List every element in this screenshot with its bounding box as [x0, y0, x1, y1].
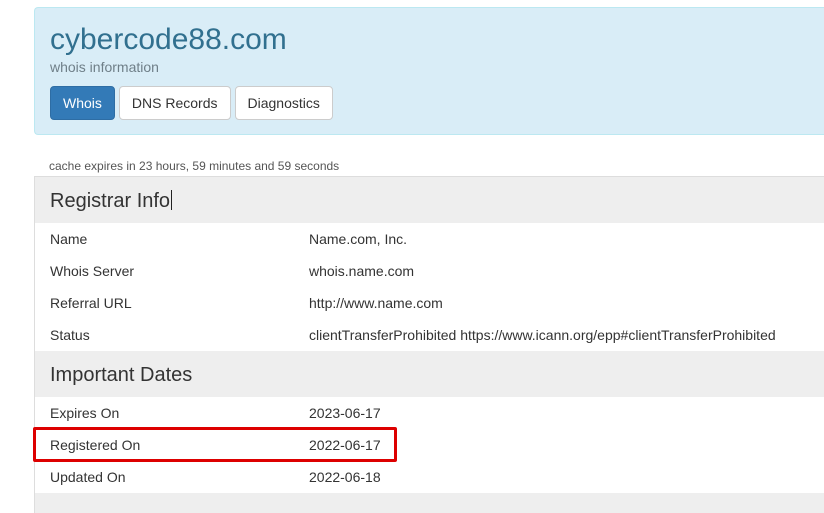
domain-header-panel: cybercode88.com whois information Whois … [34, 7, 824, 135]
section-header-dates: Important Dates [35, 351, 824, 397]
row-value-expires-on: 2023-06-17 [309, 405, 381, 421]
cache-expiry-note: cache expires in 23 hours, 59 minutes an… [49, 159, 340, 173]
table-row: Referral URL http://www.name.com [35, 287, 824, 319]
table-row: Whois Server whois.name.com [35, 255, 824, 287]
row-value-status: clientTransferProhibited https://www.ica… [309, 327, 776, 343]
tab-whois[interactable]: Whois [50, 86, 115, 120]
table-row: Name Name.com, Inc. [35, 223, 824, 255]
row-label-name: Name [50, 231, 88, 247]
row-value-whois-server: whois.name.com [309, 263, 415, 279]
registrar-heading: Registrar Info [50, 190, 171, 212]
row-label-whois-server: Whois Server [50, 263, 135, 279]
table-row: Updated On 2022-06-18 [35, 461, 824, 493]
row-value-referral-url: http://www.name.com [309, 295, 443, 311]
row-label-referral-url: Referral URL [50, 295, 132, 311]
tab-diagnostics[interactable]: Diagnostics [234, 86, 333, 120]
registered-on-highlight-box [33, 427, 397, 462]
row-value-name: Name.com, Inc. [309, 231, 408, 247]
section-header-registrar: Registrar Info [35, 177, 824, 223]
page-subtitle: whois information [50, 59, 159, 75]
table-row: Status clientTransferProhibited https://… [35, 319, 824, 351]
row-value-updated-on: 2022-06-18 [309, 469, 381, 485]
row-label-status: Status [50, 327, 90, 343]
row-label-expires-on: Expires On [50, 405, 120, 421]
page-title: cybercode88.com [50, 23, 287, 56]
row-label-updated-on: Updated On [50, 469, 126, 485]
tab-bar: Whois DNS Records Diagnostics [50, 86, 333, 120]
text-cursor [171, 190, 173, 210]
whois-info-table: Registrar Info Name Name.com, Inc. Whois… [34, 176, 824, 513]
table-row: Expires On 2023-06-17 [35, 397, 824, 429]
tab-dns-records[interactable]: DNS Records [118, 86, 231, 120]
section-footer-strip [35, 493, 824, 513]
